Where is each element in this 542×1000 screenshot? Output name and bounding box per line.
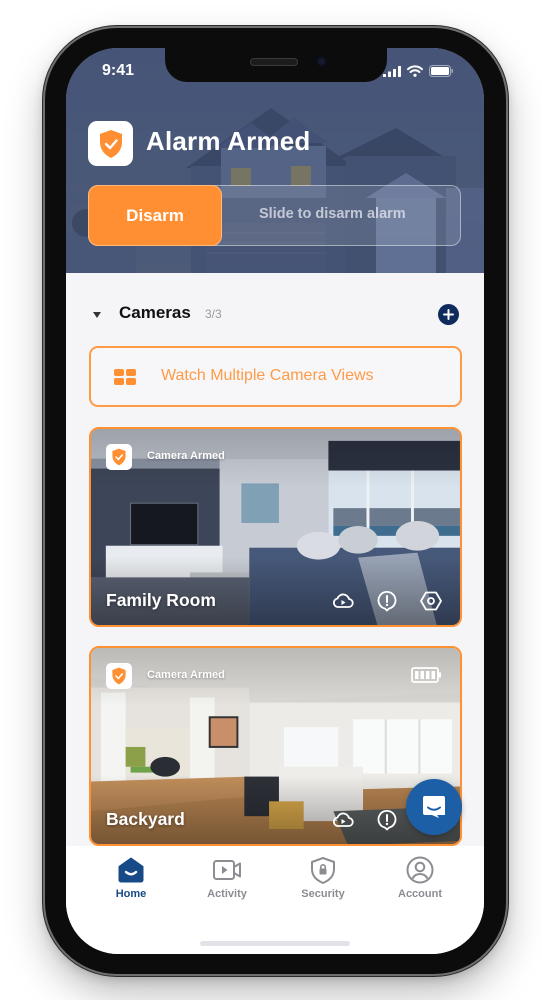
wifi-icon: [407, 65, 423, 77]
cloud-play-icon[interactable]: [331, 808, 355, 832]
notch: [165, 48, 387, 82]
shield-check-icon: [112, 667, 126, 685]
tab-label: Home: [115, 888, 147, 900]
cameras-section-header: Cameras 3/3: [66, 300, 484, 330]
status-icons: [383, 65, 454, 77]
plus-icon: [443, 309, 454, 320]
status-time: 9:41: [102, 62, 135, 79]
slider-hint: Slide to disarm alarm: [259, 206, 406, 222]
camera-card-family-room[interactable]: Camera Armed Family Room: [89, 427, 462, 627]
tab-label: Account: [398, 888, 442, 900]
disarm-slider-handle[interactable]: Disarm: [88, 185, 222, 246]
home-indicator[interactable]: [200, 941, 350, 946]
alarm-shield-badge: [88, 121, 133, 166]
bottom-tab-bar: Home Activity Security Account: [66, 846, 484, 954]
tab-home[interactable]: Home: [86, 856, 176, 916]
tab-label: Security: [301, 888, 345, 900]
camera-armed-badge: [106, 444, 132, 470]
tab-account[interactable]: Account: [375, 856, 465, 916]
cameras-count: 3/3: [205, 307, 222, 321]
watch-multiple-label: Watch Multiple Camera Views: [161, 367, 374, 384]
shield-lock-icon: [311, 857, 335, 884]
camera-card-backyard[interactable]: Camera Armed Backyard: [89, 646, 462, 846]
phone-screen: 9:41 Alarm Armed Slide to disarm alarm D…: [66, 48, 484, 954]
chat-support-button[interactable]: [406, 779, 462, 835]
settings-icon[interactable]: [419, 589, 443, 613]
shield-check-icon: [112, 448, 126, 466]
cellular-signal-icon: [383, 65, 401, 77]
video-icon: [213, 860, 241, 880]
home-icon: [118, 857, 144, 883]
camera-name: Backyard: [106, 809, 185, 829]
chat-bubble-icon: [423, 796, 445, 818]
camera-armed-badge: [106, 663, 132, 689]
grid-icon: [114, 369, 136, 385]
camera-status: Camera Armed: [147, 450, 225, 462]
camera-battery-full-icon: [411, 667, 441, 683]
cameras-title: Cameras: [119, 303, 191, 322]
alarm-status-title: Alarm Armed: [146, 126, 311, 156]
alert-icon[interactable]: [375, 808, 399, 832]
watch-multiple-camera-views-button[interactable]: Watch Multiple Camera Views: [89, 346, 462, 407]
cloud-play-icon[interactable]: [331, 589, 355, 613]
alert-icon[interactable]: [375, 589, 399, 613]
speaker-grille: [250, 58, 298, 66]
camera-status: Camera Armed: [147, 669, 225, 681]
front-camera: [316, 56, 327, 67]
camera-name: Family Room: [106, 590, 216, 610]
add-camera-button[interactable]: [438, 304, 459, 325]
battery-status-icon: [429, 65, 453, 77]
tab-activity[interactable]: Activity: [182, 856, 272, 916]
tab-label: Activity: [207, 888, 247, 900]
shield-check-icon: [99, 129, 122, 158]
user-circle-icon: [406, 856, 434, 884]
tab-security[interactable]: Security: [278, 856, 368, 916]
collapse-caret-icon[interactable]: [93, 312, 101, 318]
